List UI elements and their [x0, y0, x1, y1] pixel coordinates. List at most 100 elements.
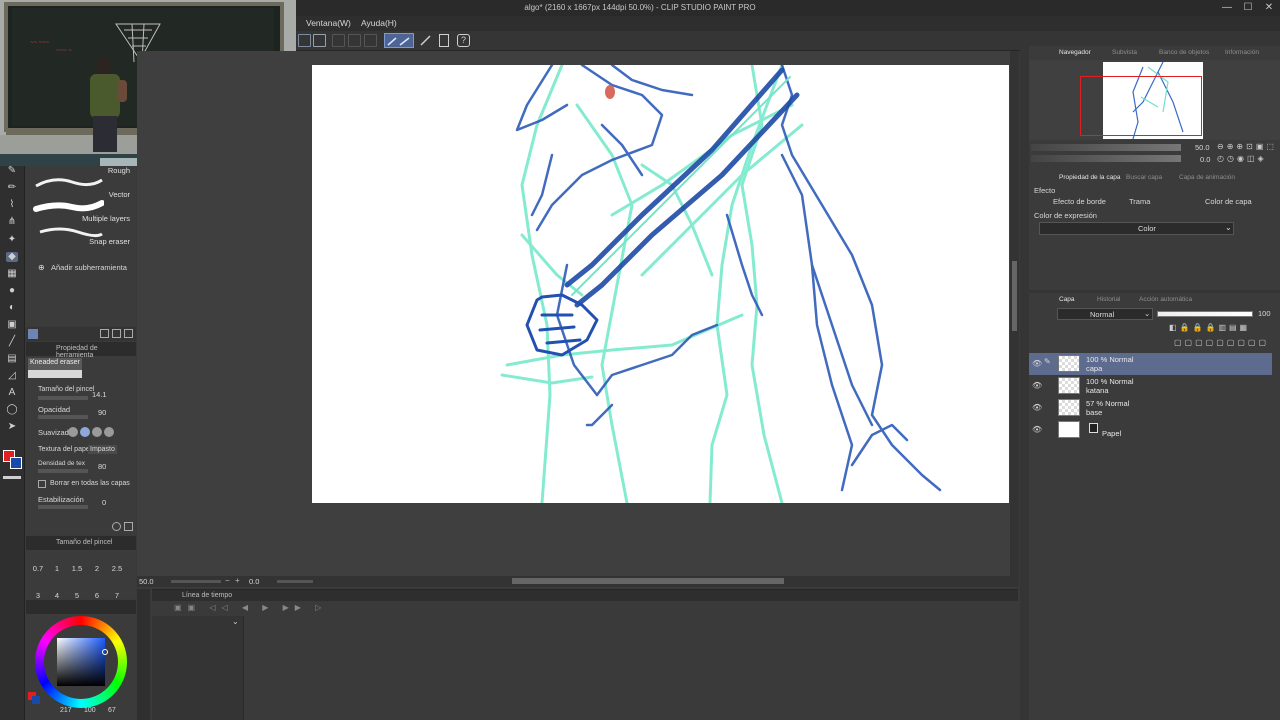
layer-opacity-value[interactable]: 100 — [1258, 309, 1271, 318]
scroll-thumb[interactable] — [1012, 261, 1017, 331]
stabilization-slider[interactable] — [38, 505, 88, 509]
blend-tool-icon[interactable]: ● — [6, 286, 18, 296]
tab-history[interactable]: Historial — [1097, 296, 1120, 303]
opacity-value[interactable]: 90 — [98, 408, 106, 417]
clear-icon[interactable] — [332, 34, 345, 47]
eraser-tool-icon[interactable]: ◆ — [6, 252, 18, 262]
tab-navigator[interactable]: Navegador — [1059, 49, 1091, 56]
border-effect-button[interactable]: Efecto de borde — [1041, 197, 1106, 206]
tab-animation-cel[interactable]: Capa de animación — [1179, 174, 1235, 181]
navigator-preview-area[interactable] — [1029, 60, 1280, 140]
size-option[interactable]: 1 — [48, 564, 66, 573]
navigator-zoom-slider[interactable] — [1031, 144, 1181, 151]
subtool-settings-icon[interactable] — [28, 329, 38, 339]
select-all-icon[interactable] — [364, 34, 377, 47]
frame-tool-icon[interactable]: ▤ — [6, 354, 18, 364]
layer-row[interactable]: 👁 Papel — [1029, 419, 1272, 441]
brush-tool-icon[interactable]: ⌇ — [6, 200, 18, 210]
airbrush-tool-icon[interactable]: ⋔ — [6, 217, 18, 227]
transform-icon[interactable] — [313, 34, 326, 47]
settings-icon[interactable] — [124, 522, 133, 531]
ruler-icon[interactable] — [419, 34, 432, 47]
size-option[interactable]: 7 — [108, 591, 126, 598]
brush-size-value[interactable]: 14.1 — [92, 390, 107, 399]
duplicate-icon[interactable] — [100, 329, 109, 338]
menu-window[interactable]: Ventana(W) — [306, 18, 351, 28]
move-icon[interactable] — [298, 34, 311, 47]
angle-value[interactable]: 0.0 — [249, 577, 259, 586]
tab-auto-action[interactable]: Acción automática — [1139, 296, 1192, 303]
size-option[interactable]: 1.5 — [68, 564, 86, 573]
tab-subview[interactable]: Subvista — [1112, 49, 1137, 56]
viewport-indicator[interactable] — [1080, 76, 1202, 136]
expression-color-dropdown[interactable]: Color ⌄ — [1039, 222, 1234, 235]
fill-tool-icon[interactable]: ◐ — [6, 303, 18, 313]
navigator-rotate-buttons[interactable]: ◴◷◉◫◈ — [1217, 154, 1267, 163]
eye-icon[interactable]: 👁 — [1032, 425, 1042, 434]
zoom-out-icon[interactable]: − — [225, 576, 230, 585]
size-option[interactable]: 5 — [68, 591, 86, 598]
layer-row[interactable]: 👁 100 % Normal katana — [1029, 375, 1272, 397]
texture-density-value[interactable]: 80 — [98, 462, 106, 471]
layer-color-button[interactable]: Color de capa — [1195, 197, 1252, 206]
figure-tool-icon[interactable]: ▦ — [6, 269, 18, 279]
size-option[interactable]: 2 — [88, 564, 106, 573]
smoothing-option-4[interactable] — [104, 427, 114, 437]
tab-search-layer[interactable]: Buscar capa — [1126, 174, 1162, 181]
subtool-multiple-layers[interactable]: Multiple layers — [28, 199, 134, 223]
page-icon[interactable] — [439, 34, 449, 47]
opacity-slider[interactable] — [38, 415, 88, 419]
sub-color-mini[interactable] — [32, 696, 40, 704]
ruler-tool-icon[interactable]: ◿ — [6, 371, 18, 381]
wrench-icon[interactable] — [112, 522, 121, 531]
subtool-snap-eraser[interactable]: Snap eraser — [28, 224, 134, 247]
smoothing-option-1[interactable] — [68, 427, 78, 437]
layer-opacity-slider[interactable] — [1157, 311, 1253, 317]
smoothing-option-2[interactable] — [80, 427, 90, 437]
zoom-value[interactable]: 50.0 — [139, 577, 154, 586]
copy-icon[interactable] — [112, 329, 121, 338]
tone-button[interactable]: Trama — [1119, 197, 1150, 206]
playback-controls[interactable]: ▣▣ ◁◁ ◀ ▶ ▶▶ ▷ — [174, 603, 454, 614]
decoration-tool-icon[interactable]: ✦ — [6, 235, 18, 245]
line-tool-icon[interactable]: ╱ — [6, 337, 18, 347]
tab-information[interactable]: Información — [1225, 49, 1259, 56]
canvas-vertical-scrollbar[interactable] — [1010, 51, 1019, 576]
size-option[interactable]: 0.7 — [29, 564, 47, 573]
pencil-tool-icon[interactable]: ✏ — [6, 183, 18, 193]
blend-mode-dropdown[interactable]: Normal ⌄ — [1057, 308, 1153, 320]
gradient-tool-icon[interactable]: ▣ — [6, 320, 18, 330]
transparent-color-icon[interactable] — [3, 476, 21, 479]
trash-icon[interactable] — [124, 329, 133, 338]
all-layers-checkbox[interactable] — [38, 480, 46, 488]
stabilization-value[interactable]: 0 — [102, 498, 106, 507]
add-subtool-button[interactable]: ⊕ Añadir subherramienta — [38, 262, 134, 274]
fill-icon[interactable] — [348, 34, 361, 47]
close-button[interactable]: ✕ — [1262, 1, 1276, 14]
size-option[interactable]: 3 — [29, 591, 47, 598]
tab-object-bank[interactable]: Banco de objetos — [1159, 49, 1209, 56]
zoom-in-icon[interactable]: + — [235, 576, 240, 585]
tab-layer[interactable]: Capa — [1059, 296, 1075, 303]
select-tool-icon[interactable]: ➤ — [6, 422, 18, 432]
lasso-tool-icon[interactable]: ◯ — [6, 405, 18, 415]
navigator-angle-value[interactable]: 0.0 — [1200, 155, 1210, 164]
snap-ruler-button[interactable] — [384, 33, 414, 48]
layer-row[interactable]: 👁 57 % Normal base — [1029, 397, 1272, 419]
size-option[interactable]: 6 — [88, 591, 106, 598]
subtool-vector[interactable]: Vector — [28, 174, 134, 199]
paper-texture-dropdown[interactable]: Impasto — [88, 445, 117, 454]
maximize-button[interactable]: ☐ — [1241, 1, 1255, 14]
texture-density-slider[interactable] — [38, 469, 88, 473]
navigator-zoom-buttons[interactable]: ⊖⊕⊕⊡▣⬚ — [1217, 142, 1277, 151]
brush-size-slider[interactable] — [38, 396, 88, 400]
smoothing-option-3[interactable] — [92, 427, 102, 437]
rotate-slider[interactable] — [277, 580, 313, 583]
canvas-horizontal-scrollbar[interactable] — [512, 578, 784, 584]
sub-color-swatch[interactable] — [10, 457, 22, 469]
menu-help[interactable]: Ayuda(H) — [361, 18, 397, 28]
text-tool-icon[interactable]: A — [6, 388, 18, 398]
layer-row[interactable]: 👁 ✎ 100 % Normal capa — [1029, 353, 1272, 375]
saturation-value-square[interactable] — [57, 638, 105, 686]
layer-action-buttons[interactable]: ▢▢▢▢▢▢▢▢▢ — [1174, 338, 1269, 347]
